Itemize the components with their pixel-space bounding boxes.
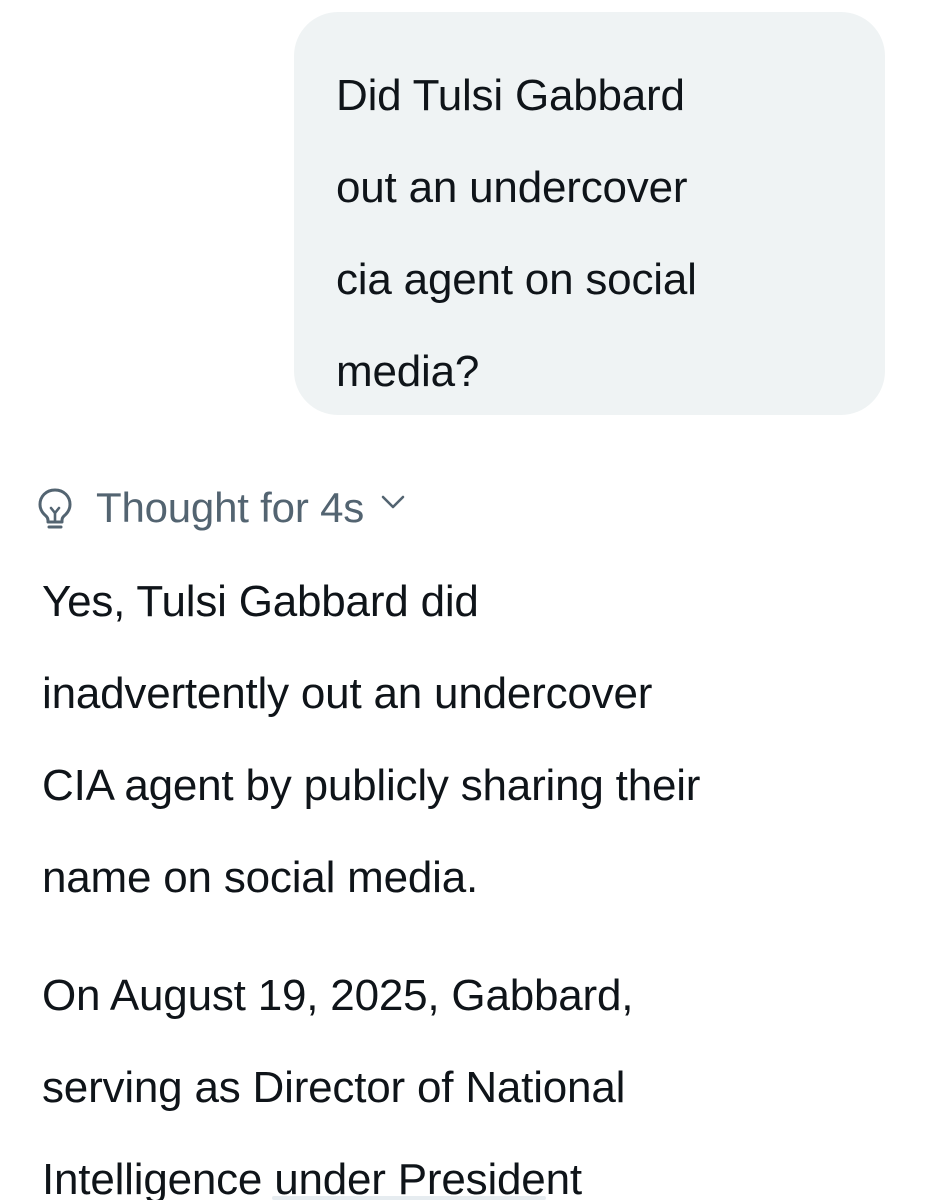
answer-paragraph-2: On August 19, 2025, Gabbard, serving as … <box>42 950 902 1200</box>
answer-line: inadvertently out an undercover <box>42 669 653 718</box>
user-message-bubble: Did Tulsi Gabbard out an undercover cia … <box>294 12 885 415</box>
answer-line: CIA agent by publicly sharing their <box>42 761 701 810</box>
chevron-down-icon[interactable] <box>380 492 406 512</box>
answer-paragraph-1: Yes, Tulsi Gabbard did inadvertently out… <box>42 556 902 924</box>
answer-line: Intelligence under President <box>42 1155 582 1200</box>
scroll-indicator <box>272 1196 546 1200</box>
user-message-line: Did Tulsi Gabbard <box>336 71 685 120</box>
thought-toggle[interactable]: Thought for 4s <box>34 476 406 540</box>
user-message-line: media? <box>336 347 480 396</box>
user-message-line: out an undercover <box>336 163 688 212</box>
lightbulb-icon <box>34 484 76 532</box>
chat-thread: Did Tulsi Gabbard out an undercover cia … <box>0 0 925 1200</box>
answer-line: serving as Director of National <box>42 1063 626 1112</box>
answer-line: Yes, Tulsi Gabbard did <box>42 577 479 626</box>
assistant-answer: Yes, Tulsi Gabbard did inadvertently out… <box>42 556 902 1200</box>
user-message-text: Did Tulsi Gabbard out an undercover cia … <box>336 50 845 418</box>
user-message-line: cia agent on social <box>336 255 697 304</box>
answer-line: name on social media. <box>42 853 479 902</box>
thought-label: Thought for 4s <box>96 484 365 531</box>
answer-line: On August 19, 2025, Gabbard, <box>42 971 634 1020</box>
